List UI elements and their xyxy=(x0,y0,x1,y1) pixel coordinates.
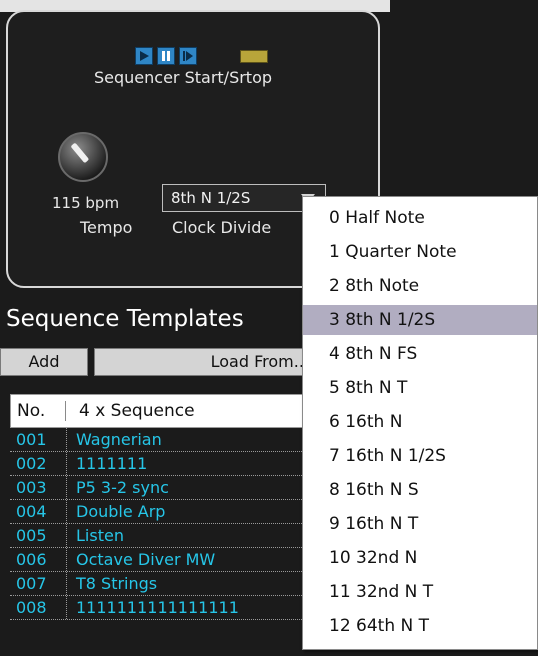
clock-divide-value: 8th N 1/2S xyxy=(171,189,251,207)
menu-item[interactable]: 7 16th N 1/2S xyxy=(303,441,537,471)
menu-item[interactable]: 4 8th N FS xyxy=(303,339,537,369)
menu-item[interactable]: 12 64th N T xyxy=(303,611,537,641)
add-button[interactable]: Add xyxy=(0,348,88,376)
menu-item-label: 11 32nd N T xyxy=(329,582,434,602)
column-divider xyxy=(66,572,67,595)
tempo-label: Tempo xyxy=(80,218,133,237)
list-item[interactable]: 008 1111111111111111 xyxy=(10,596,330,620)
status-led xyxy=(240,50,268,63)
sequencer-label: Sequencer Start/Srtop xyxy=(94,68,273,87)
item-name: 1111111111111111 xyxy=(76,598,239,617)
item-number: 005 xyxy=(16,526,47,545)
menu-item-label: 3 8th N 1/2S xyxy=(329,310,436,330)
menu-item-label: 7 16th N 1/2S xyxy=(329,446,446,466)
menu-item-label: 12 64th N T xyxy=(329,616,430,636)
list-header: No. 4 x Sequence xyxy=(10,394,330,428)
item-number: 007 xyxy=(16,574,47,593)
step-icon[interactable] xyxy=(179,47,197,65)
item-name: P5 3-2 sync xyxy=(76,478,169,497)
load-from-button[interactable]: Load From... xyxy=(94,348,330,376)
menu-item[interactable]: 11 32nd N T xyxy=(303,577,537,607)
menu-item-label: 9 16th N T xyxy=(329,514,419,534)
template-list: 001 Wagnerian 002 1111111 003 P5 3-2 sync 004 D… xyxy=(10,428,330,656)
column-divider xyxy=(66,548,67,571)
menu-item-label: 1 Quarter Note xyxy=(329,242,457,262)
item-name: Double Arp xyxy=(76,502,166,521)
menu-item-label: 5 8th N T xyxy=(329,378,408,398)
item-name: Wagnerian xyxy=(76,430,162,449)
clock-divide-label: Clock Divide xyxy=(172,218,272,237)
menu-item-label: 8 16th N S xyxy=(329,480,419,500)
column-divider xyxy=(65,401,66,421)
tempo-value: 115 bpm xyxy=(52,194,120,212)
menu-item[interactable]: 10 32nd N xyxy=(303,543,537,573)
item-number: 008 xyxy=(16,598,47,617)
column-divider xyxy=(66,476,67,499)
column-divider xyxy=(66,524,67,547)
item-name: 1111111 xyxy=(76,454,148,473)
item-number: 002 xyxy=(16,454,47,473)
item-number: 003 xyxy=(16,478,47,497)
menu-item-label: 0 Half Note xyxy=(329,208,425,228)
list-item[interactable]: 004 Double Arp xyxy=(10,500,330,524)
column-header-no[interactable]: No. xyxy=(17,401,45,421)
list-item[interactable]: 002 1111111 xyxy=(10,452,330,476)
list-item[interactable]: 003 P5 3-2 sync xyxy=(10,476,330,500)
column-header-sequence[interactable]: 4 x Sequence xyxy=(79,401,195,421)
item-number: 004 xyxy=(16,502,47,521)
pause-icon[interactable] xyxy=(157,47,175,65)
play-icon[interactable] xyxy=(135,47,153,65)
list-item[interactable]: 001 Wagnerian xyxy=(10,428,330,452)
menu-item[interactable]: 3 8th N 1/2S xyxy=(303,305,537,335)
column-divider xyxy=(66,428,67,451)
item-name: Octave Diver MW xyxy=(76,550,216,569)
knob-pointer xyxy=(70,142,90,164)
list-item[interactable]: 005 Listen xyxy=(10,524,330,548)
menu-item[interactable]: 0 Half Note xyxy=(303,203,537,233)
column-divider xyxy=(66,500,67,523)
tempo-knob[interactable] xyxy=(58,132,108,182)
section-title: Sequence Templates xyxy=(6,306,244,332)
item-name: T8 Strings xyxy=(76,574,158,593)
menu-item-label: 6 16th N xyxy=(329,412,403,432)
clock-divide-dropdown-menu: 0 Half Note 1 Quarter Note 2 8th Note 3 8th… xyxy=(302,196,538,650)
menu-item[interactable]: 9 16th N T xyxy=(303,509,537,539)
menu-item-label: 10 32nd N xyxy=(329,548,418,568)
item-number: 001 xyxy=(16,430,47,449)
menu-item[interactable]: 2 8th Note xyxy=(303,271,537,301)
menu-item[interactable]: 1 Quarter Note xyxy=(303,237,537,267)
menu-item[interactable]: 5 8th N T xyxy=(303,373,537,403)
menu-item[interactable]: 6 16th N xyxy=(303,407,537,437)
item-name: Listen xyxy=(76,526,124,545)
list-item[interactable]: 006 Octave Diver MW xyxy=(10,548,330,572)
column-divider xyxy=(66,596,67,619)
list-item[interactable]: 007 T8 Strings xyxy=(10,572,330,596)
menu-item-label: 4 8th N FS xyxy=(329,344,418,364)
menu-item-label: 2 8th Note xyxy=(329,276,420,296)
item-number: 006 xyxy=(16,550,47,569)
column-divider xyxy=(66,452,67,475)
menu-item[interactable]: 8 16th N S xyxy=(303,475,537,505)
